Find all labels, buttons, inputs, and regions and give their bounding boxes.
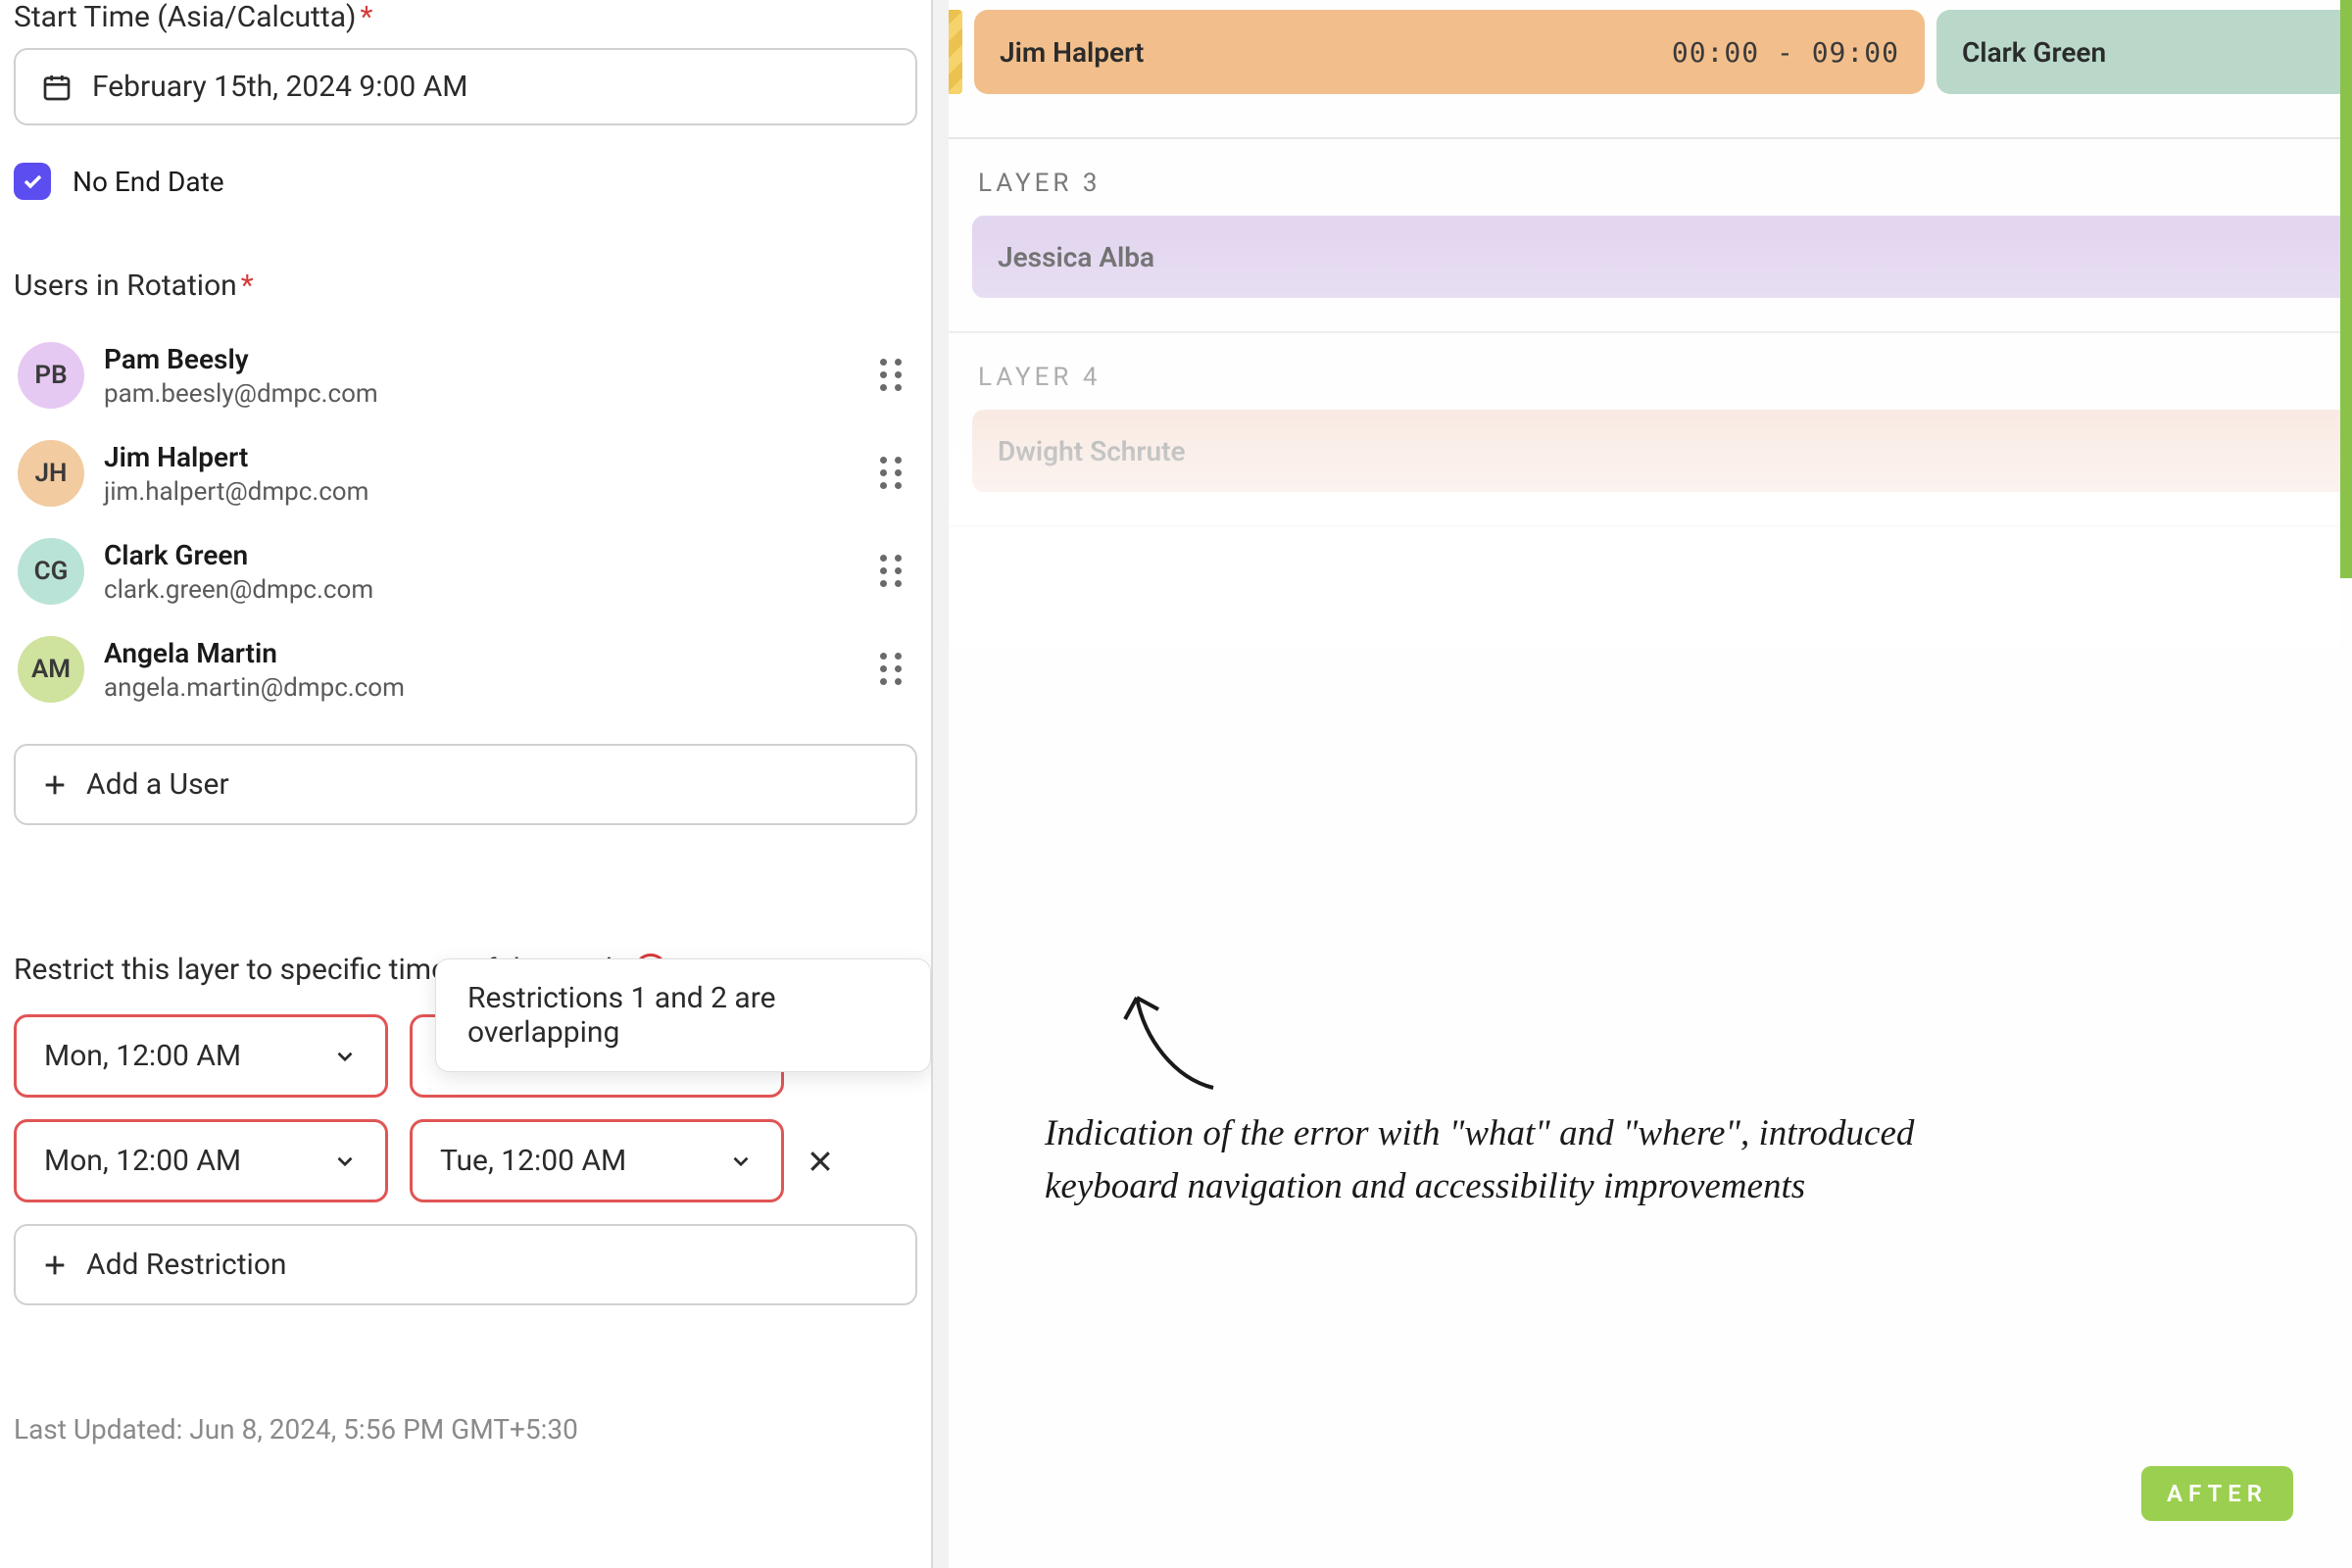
schedule-bar-partial[interactable] (949, 10, 962, 94)
add-restriction-button[interactable]: Add Restriction (14, 1224, 917, 1305)
user-row[interactable]: PB Pam Beesly pam.beesly@dmpc.com (14, 326, 917, 424)
layer-person: Dwight Schrute (998, 435, 1186, 467)
schedule-panel: Jim Halpert 00:00 - 09:00 Clark Green LA… (949, 0, 2352, 1568)
drag-handle-icon[interactable] (880, 555, 904, 588)
add-user-label: Add a User (86, 767, 229, 802)
users-label: Users in Rotation* (14, 269, 917, 303)
restriction-to-select[interactable]: Tue, 12:00 AM (410, 1119, 784, 1202)
no-end-date-checkbox[interactable] (14, 163, 51, 200)
start-time-value: February 15th, 2024 9:00 AM (92, 70, 467, 104)
annotation-text: Indication of the error with "what" and … (1045, 1107, 2005, 1212)
user-name: Clark Green (104, 539, 860, 571)
user-email: angela.martin@dmpc.com (104, 673, 860, 703)
restriction-from-value: Mon, 12:00 AM (44, 1144, 241, 1178)
check-icon (21, 170, 44, 193)
layer-bar[interactable]: Dwight Schrute (972, 410, 2340, 492)
user-row[interactable]: CG Clark Green clark.green@dmpc.com (14, 522, 917, 620)
drag-handle-icon[interactable] (880, 359, 904, 392)
no-end-date-label: No End Date (73, 166, 224, 198)
start-time-label: Start Time (Asia/Calcutta)* (14, 0, 917, 34)
layer-title: LAYER 3 (949, 169, 2352, 198)
layer-bar[interactable]: Jessica Alba (972, 216, 2340, 298)
user-name: Jim Halpert (104, 441, 860, 473)
chevron-down-icon (728, 1149, 754, 1174)
user-row[interactable]: AM Angela Martin angela.martin@dmpc.com (14, 620, 917, 718)
user-email: pam.beesly@dmpc.com (104, 379, 860, 409)
schedule-bar-time: 00:00 - 09:00 (1672, 36, 1899, 69)
chevron-down-icon (332, 1149, 358, 1174)
form-panel: Start Time (Asia/Calcutta)* February 15t… (0, 0, 931, 1568)
no-end-date-row: No End Date (14, 163, 917, 200)
user-name: Pam Beesly (104, 343, 860, 375)
calendar-icon (41, 72, 73, 103)
restriction-from-select[interactable]: Mon, 12:00 AM (14, 1014, 388, 1098)
restriction-from-select[interactable]: Mon, 12:00 AM (14, 1119, 388, 1202)
after-badge: AFTER (2141, 1466, 2293, 1521)
avatar: PB (18, 342, 84, 409)
user-email: jim.halpert@dmpc.com (104, 477, 860, 507)
schedule-bar-name: Clark Green (1962, 36, 2106, 69)
start-time-input[interactable]: February 15th, 2024 9:00 AM (14, 48, 917, 125)
user-name: Angela Martin (104, 637, 860, 669)
panel-divider (931, 0, 949, 1568)
annotation-arrow-icon (1115, 980, 1233, 1098)
layer-title: LAYER 4 (949, 363, 2352, 392)
schedule-top-row: Jim Halpert 00:00 - 09:00 Clark Green (949, 0, 2352, 137)
user-row[interactable]: JH Jim Halpert jim.halpert@dmpc.com (14, 424, 917, 522)
schedule-bar-name: Jim Halpert (1000, 36, 1144, 69)
avatar: AM (18, 636, 84, 703)
restriction-from-value: Mon, 12:00 AM (44, 1039, 241, 1073)
restriction-row: Mon, 12:00 AM Tue, 12:00 AM (14, 1119, 917, 1202)
plus-icon (41, 771, 69, 799)
last-updated: Last Updated: Jun 8, 2024, 5:56 PM GMT+5… (14, 1413, 917, 1446)
drag-handle-icon[interactable] (880, 653, 904, 686)
drag-handle-icon[interactable] (880, 457, 904, 490)
restriction-to-value: Tue, 12:00 AM (440, 1144, 626, 1178)
schedule-bar-jim[interactable]: Jim Halpert 00:00 - 09:00 (974, 10, 1925, 94)
layer-block: LAYER 4 Dwight Schrute (949, 331, 2352, 527)
plus-icon (41, 1251, 69, 1279)
add-user-button[interactable]: Add a User (14, 744, 917, 825)
remove-restriction-button[interactable] (806, 1147, 835, 1176)
avatar: JH (18, 440, 84, 507)
user-email: clark.green@dmpc.com (104, 575, 860, 605)
add-restriction-label: Add Restriction (86, 1248, 287, 1282)
layer-block: LAYER 3 Jessica Alba (949, 137, 2352, 331)
chevron-down-icon (332, 1044, 358, 1069)
layer-person: Jessica Alba (998, 241, 1154, 273)
avatar: CG (18, 538, 84, 605)
error-tooltip: Restrictions 1 and 2 are overlapping (435, 958, 931, 1072)
schedule-bar-clark[interactable]: Clark Green (1936, 10, 2340, 94)
